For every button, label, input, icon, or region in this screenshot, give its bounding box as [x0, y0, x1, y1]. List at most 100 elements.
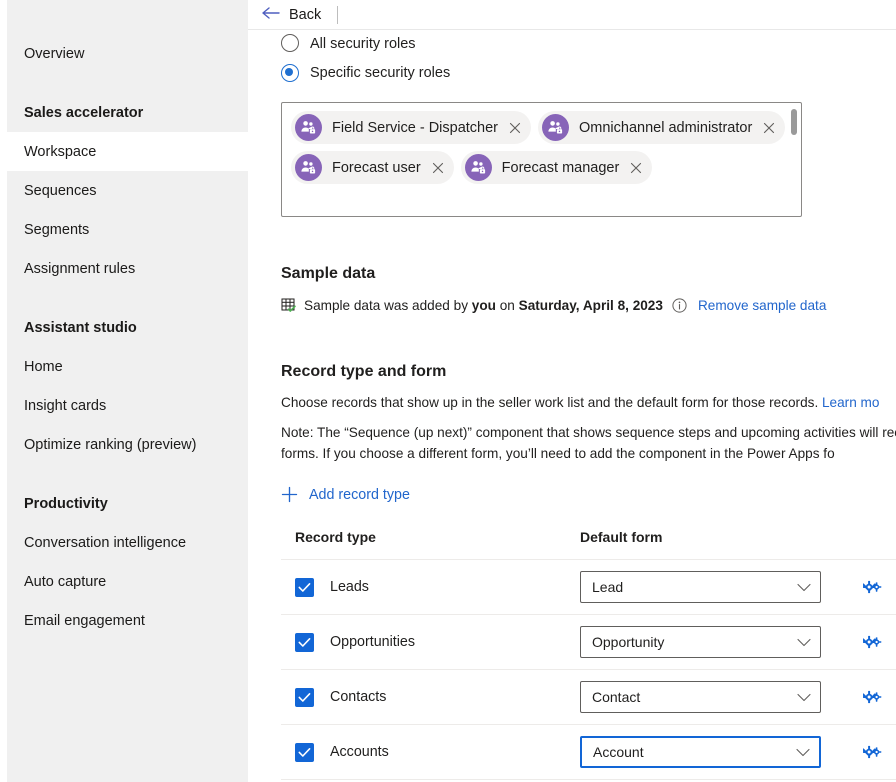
back-button[interactable]: Back — [260, 5, 321, 25]
close-icon[interactable] — [504, 117, 526, 139]
sidebar-item-label: Segments — [24, 221, 90, 238]
sidebar-item-label: Conversation intelligence — [24, 534, 187, 551]
security-role-tag[interactable]: Omnichannel administrator — [538, 111, 786, 144]
sidebar-item-auto-capture[interactable]: Auto capture — [7, 562, 248, 601]
sidebar-item-label: Assignment rules — [24, 260, 136, 277]
sidebar-item-sequences[interactable]: Sequences — [7, 171, 248, 210]
sidebar-item-optimize-ranking-preview-[interactable]: Optimize ranking (preview) — [7, 425, 248, 464]
default-form-value: Opportunity — [592, 634, 665, 650]
security-role-tag[interactable]: Forecast manager — [460, 151, 653, 184]
default-form-cell: Account — [580, 736, 839, 768]
row-action-cell — [839, 635, 896, 649]
sidebar-item-label: Optimize ranking (preview) — [24, 436, 197, 453]
table-header: Record type Default form — [281, 529, 896, 560]
sample-data-heading: Sample data — [281, 265, 376, 282]
default-form-cell: Opportunity — [580, 626, 839, 658]
chevron-down-icon — [796, 748, 810, 757]
learn-more-link[interactable]: Learn mo — [822, 395, 879, 410]
chevron-down-icon — [797, 638, 811, 647]
sidebar-item-home[interactable]: Home — [7, 347, 248, 386]
record-type-description: Choose records that show up in the selle… — [281, 392, 896, 413]
gear-pair-icon[interactable] — [863, 635, 882, 649]
info-icon[interactable] — [672, 297, 687, 313]
sidebar-item-label: Sales accelerator — [24, 104, 144, 121]
sidebar-item-conversation-intelligence[interactable]: Conversation intelligence — [7, 523, 248, 562]
gear-pair-icon[interactable] — [863, 745, 882, 759]
record-type-note: Note: The “Sequence (up next)” component… — [281, 425, 896, 461]
close-icon[interactable] — [625, 157, 647, 179]
gear-pair-icon[interactable] — [863, 580, 882, 594]
close-icon[interactable] — [758, 117, 780, 139]
sidebar-item-label: Home — [24, 358, 63, 375]
table-row: Opportunities Opportunity — [281, 615, 896, 670]
default-form-dropdown[interactable]: Opportunity — [580, 626, 821, 658]
column-header-record-type: Record type — [295, 529, 376, 545]
default-form-dropdown[interactable]: Contact — [580, 681, 821, 713]
sample-data-text: Sample data was added by you on Saturday… — [304, 298, 663, 313]
record-type-checkbox[interactable] — [295, 687, 314, 707]
sidebar-item-assignment-rules[interactable]: Assignment rules — [7, 249, 248, 288]
sidebar-item-insight-cards[interactable]: Insight cards — [7, 386, 248, 425]
add-record-type-button[interactable]: Add record type — [281, 486, 410, 503]
table-row: Contacts Contact — [281, 670, 896, 725]
close-icon[interactable] — [427, 157, 449, 179]
record-type-checkbox[interactable] — [295, 632, 314, 652]
security-role-tag-label: Field Service - Dispatcher — [332, 119, 498, 136]
record-type-cell: Leads — [281, 577, 580, 597]
sample-text-prefix: Sample data was added by — [304, 297, 472, 313]
remove-sample-data-link[interactable]: Remove sample data — [698, 298, 826, 313]
record-type-cell: Opportunities — [281, 632, 580, 652]
sample-text-author: you — [471, 297, 496, 313]
gear-pair-icon[interactable] — [863, 690, 882, 704]
sidebar-group-productivity: Productivity — [7, 484, 248, 523]
toolbar-divider — [337, 5, 339, 24]
security-role-tag-label: Forecast user — [332, 159, 421, 176]
default-form-value: Lead — [592, 579, 624, 595]
plus-icon — [281, 486, 298, 503]
record-type-cell: Accounts — [281, 742, 580, 762]
record-type-cell: Contacts — [281, 687, 580, 707]
sidebar-item-label: Assistant studio — [24, 319, 137, 336]
sidebar-item-segments[interactable]: Segments — [7, 210, 248, 249]
column-header-default-form: Default form — [580, 529, 663, 545]
security-roles-tag-box[interactable]: Field Service - Dispatcher Omnichannel ad… — [281, 102, 802, 217]
chevron-down-icon — [797, 693, 811, 702]
tag-box-scrollbar[interactable] — [791, 109, 797, 135]
table-row: Leads Lead — [281, 560, 896, 615]
default-form-cell: Contact — [580, 681, 839, 713]
security-role-icon — [295, 154, 322, 181]
sidebar-item-label: Overview — [24, 45, 85, 62]
security-role-tag[interactable]: Field Service - Dispatcher — [291, 111, 531, 144]
app-root: Overview Sales accelerator Workspace Sequen… — [0, 0, 896, 782]
row-action-cell — [839, 690, 896, 704]
sidebar-group-assistant-studio: Assistant studio — [7, 308, 248, 347]
sample-text-middle: on — [495, 297, 519, 313]
row-action-cell — [839, 580, 896, 594]
radio-specific-security-roles[interactable]: Specific security roles — [281, 64, 896, 82]
default-form-cell: Lead — [580, 571, 839, 603]
default-form-value: Contact — [592, 689, 641, 705]
security-role-tag[interactable]: Forecast user — [291, 151, 454, 184]
radio-specific-label: Specific security roles — [310, 65, 451, 81]
radio-all-label: All security roles — [310, 36, 416, 52]
record-type-label: Opportunities — [330, 634, 416, 650]
sidebar-item-label: Auto capture — [24, 573, 107, 590]
row-action-cell — [839, 745, 896, 759]
default-form-dropdown[interactable]: Account — [580, 736, 821, 768]
sidebar-item-label: Productivity — [24, 495, 108, 512]
sample-text-date: Saturday, April 8, 2023 — [518, 297, 663, 313]
default-form-dropdown[interactable]: Lead — [580, 571, 821, 603]
radio-all-security-roles[interactable]: All security roles — [281, 24, 896, 52]
sidebar-item-workspace[interactable]: Workspace — [7, 132, 248, 171]
record-type-label: Leads — [330, 579, 369, 595]
record-type-label: Contacts — [330, 689, 387, 705]
table-row: Accounts Account — [281, 725, 896, 780]
radio-icon-checked — [281, 64, 299, 82]
record-type-checkbox[interactable] — [295, 742, 314, 762]
security-role-tag-label: Omnichannel administrator — [579, 119, 753, 136]
sidebar-item-email-engagement[interactable]: Email engagement — [7, 601, 248, 640]
sidebar-item-overview[interactable]: Overview — [7, 34, 248, 73]
security-role-icon — [464, 154, 492, 181]
record-type-table: Record type Default form Leads Lead Opport… — [281, 529, 896, 780]
record-type-checkbox[interactable] — [295, 577, 314, 597]
